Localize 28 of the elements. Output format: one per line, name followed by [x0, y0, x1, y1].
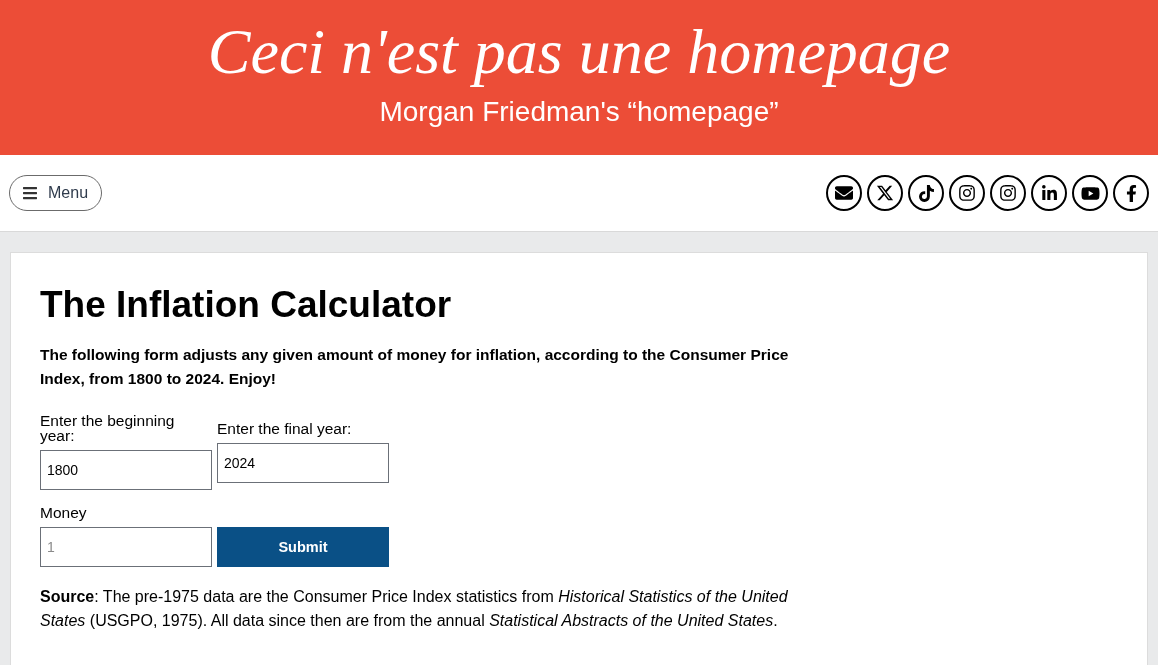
social-link[interactable]	[990, 175, 1026, 211]
menu-button[interactable]: Menu	[9, 175, 102, 211]
site-subtitle: Morgan Friedman's “homepage”	[379, 95, 779, 129]
intro-text: The following form adjusts any given amount of money for inflation, according to the Consumer Price Index, from 1800 to 2024. Enjoy!	[40, 345, 790, 389]
instagram-icon	[958, 184, 976, 202]
x-logo-icon	[876, 184, 894, 202]
source-note: Source: The pre-1975 data are the Consumer Price Index statistics from Historical Statistics of the United States (USGPO, 1975). All data since then are from the annual Statistical Abstracts of the United States.	[40, 587, 789, 631]
social-link[interactable]	[867, 175, 903, 211]
money-input[interactable]: 1	[40, 527, 212, 567]
submit-button[interactable]: Submit	[217, 527, 389, 567]
site-title: Ceci n'est pas une homepage	[207, 15, 951, 89]
year-input[interactable]: 2024	[217, 442, 389, 483]
social-link[interactable]	[908, 175, 944, 211]
social-link[interactable]	[826, 175, 862, 211]
social-link[interactable]	[1113, 175, 1149, 211]
menu-icon	[22, 185, 38, 201]
year-input[interactable]: 1800	[40, 450, 212, 490]
instagram-icon	[999, 184, 1017, 202]
field-label: Enter the final year:	[217, 420, 353, 436]
field-label: Money	[40, 505, 88, 520]
linkedin-icon	[1040, 184, 1058, 202]
social-link[interactable]	[1031, 175, 1067, 211]
social-link[interactable]	[949, 175, 985, 211]
field-label: Enter the beginning year:	[40, 413, 176, 443]
social-link[interactable]	[1072, 175, 1108, 211]
tiktok-icon	[917, 184, 935, 202]
envelope-icon	[835, 184, 853, 202]
page-title: The Inflation Calculator	[40, 283, 453, 327]
